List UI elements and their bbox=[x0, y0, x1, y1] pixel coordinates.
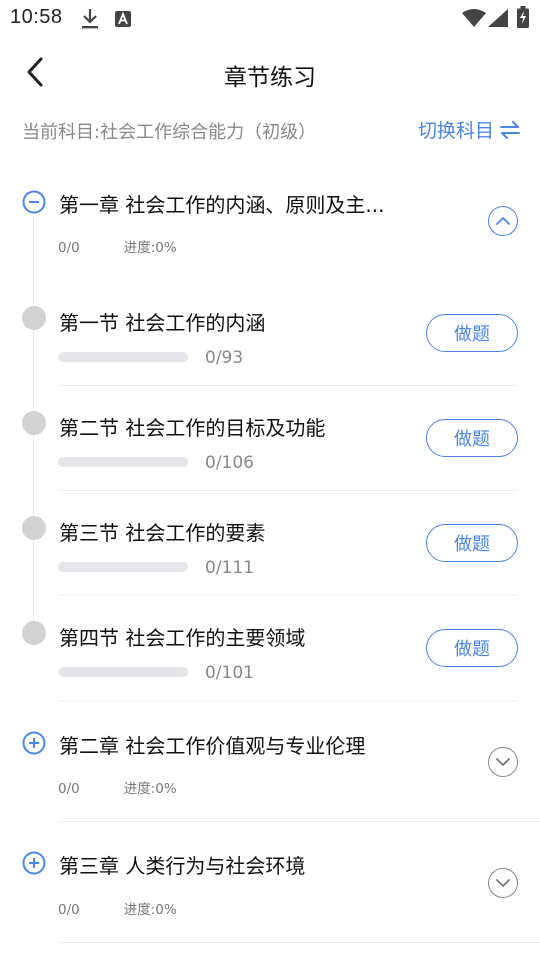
section-count: 0/111 bbox=[205, 558, 254, 578]
section-title: 第二节 社会工作的目标及功能 bbox=[59, 416, 326, 440]
divider bbox=[58, 385, 518, 386]
section-count: 0/106 bbox=[205, 453, 254, 473]
chapter-count: 0/0 bbox=[58, 902, 80, 918]
expand-plus-icon[interactable] bbox=[22, 851, 46, 875]
page-title: 章节练习 bbox=[224, 65, 316, 91]
section-status-dot bbox=[22, 306, 46, 330]
chapter-count: 0/0 bbox=[58, 781, 80, 797]
chapter-item[interactable]: 第二章 社会工作价值观与专业伦理 0/0 进度:0% bbox=[0, 712, 540, 822]
section-title: 第四节 社会工作的主要领域 bbox=[59, 626, 306, 650]
chevron-up-icon bbox=[496, 217, 510, 225]
section-item: 第一节 社会工作的内涵 0/93 做题 bbox=[0, 290, 540, 386]
switch-subject-button[interactable]: 切换科目 bbox=[418, 116, 520, 143]
section-count: 0/101 bbox=[205, 663, 254, 683]
section-item: 第四节 社会工作的主要领域 0/101 做题 bbox=[0, 605, 540, 701]
expand-chapter-button[interactable] bbox=[488, 747, 518, 777]
section-progress-bar bbox=[58, 562, 188, 572]
chapter-item[interactable]: 第三章 人类行为与社会环境 0/0 进度:0% bbox=[0, 833, 540, 943]
section-title: 第一节 社会工作的内涵 bbox=[59, 311, 266, 335]
chapter-meta: 0/0 进度:0% bbox=[58, 236, 177, 256]
section-status-dot bbox=[22, 411, 46, 435]
section-item: 第三节 社会工作的要素 0/111 做题 bbox=[0, 500, 540, 596]
a-box-icon bbox=[115, 11, 131, 27]
section-status-dot bbox=[22, 621, 46, 645]
section-title: 第三节 社会工作的要素 bbox=[59, 521, 266, 545]
section-progress-bar bbox=[58, 352, 188, 362]
signal-icon bbox=[488, 9, 508, 27]
expand-plus-icon[interactable] bbox=[22, 731, 46, 755]
do-questions-button[interactable]: 做题 bbox=[426, 314, 518, 352]
section-item: 第二节 社会工作的目标及功能 0/106 做题 bbox=[0, 395, 540, 491]
divider bbox=[58, 595, 518, 596]
chapter-meta: 0/0 进度:0% bbox=[58, 777, 177, 797]
chapter-progress: 进度:0% bbox=[123, 902, 177, 918]
subject-row: 当前科目:社会工作综合能力（初级） 切换科目 bbox=[0, 108, 540, 152]
section-progress-bar bbox=[58, 457, 188, 467]
chapter-title: 第三章 人类行为与社会环境 bbox=[59, 854, 306, 878]
chapter-title: 第二章 社会工作价值观与专业伦理 bbox=[59, 734, 366, 758]
section-progress-bar bbox=[58, 667, 188, 677]
divider bbox=[58, 942, 540, 943]
switch-subject-label: 切换科目 bbox=[417, 120, 494, 142]
divider bbox=[58, 821, 540, 822]
do-questions-button[interactable]: 做题 bbox=[426, 629, 518, 667]
chapter-item[interactable]: 第一章 社会工作的内涵、原则及主... 0/0 进度:0% bbox=[0, 170, 540, 280]
chapter-progress: 进度:0% bbox=[123, 781, 177, 797]
chevron-down-icon bbox=[496, 758, 510, 766]
chapter-progress: 进度:0% bbox=[123, 240, 177, 256]
current-subject-label: 当前科目:社会工作综合能力（初级） bbox=[22, 122, 317, 143]
do-questions-button[interactable]: 做题 bbox=[426, 524, 518, 562]
chapter-title: 第一章 社会工作的内涵、原则及主... bbox=[59, 193, 385, 217]
wifi-icon bbox=[462, 9, 486, 27]
collapse-chapter-button[interactable] bbox=[488, 206, 518, 236]
divider bbox=[58, 490, 518, 491]
section-count: 0/93 bbox=[205, 348, 244, 368]
status-bar: 10:58 bbox=[0, 0, 540, 38]
download-icon bbox=[82, 9, 98, 29]
chapter-meta: 0/0 进度:0% bbox=[58, 898, 177, 918]
swap-arrows-icon bbox=[500, 120, 520, 139]
battery-charging-icon bbox=[517, 6, 529, 28]
collapse-minus-icon[interactable] bbox=[22, 190, 46, 214]
do-questions-button[interactable]: 做题 bbox=[426, 419, 518, 457]
status-time: 10:58 bbox=[10, 6, 63, 28]
expand-chapter-button[interactable] bbox=[488, 868, 518, 898]
header: 章节练习 bbox=[0, 38, 540, 108]
divider bbox=[58, 700, 518, 701]
chapter-count: 0/0 bbox=[58, 240, 80, 256]
chevron-down-icon bbox=[496, 879, 510, 887]
section-status-dot bbox=[22, 516, 46, 540]
